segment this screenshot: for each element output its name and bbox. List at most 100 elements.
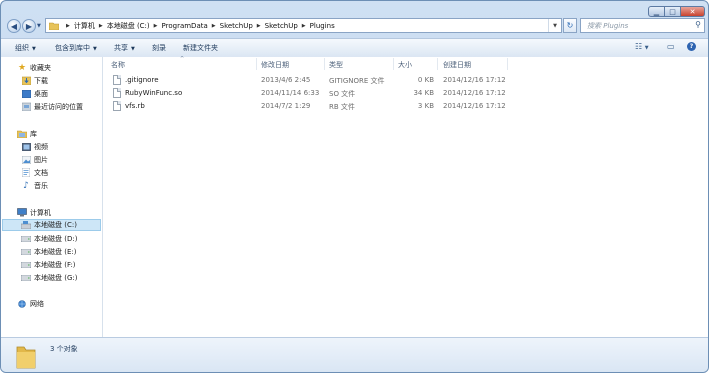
column-header-name-label: 名称	[111, 61, 125, 69]
sidebar-computer[interactable]: 计算机	[17, 207, 51, 218]
breadcrumb-sketchup-2[interactable]: SketchUp	[265, 22, 298, 30]
sidebar-item-label: 下载	[34, 76, 48, 85]
new-folder-label: 新建文件夹	[183, 44, 218, 52]
navigation-pane: ★ 收藏夹 下载 桌面 最近访问的位置 库 视频 图片 文档 ♪ 音乐 计算机 …	[1, 57, 103, 337]
folder-icon	[16, 346, 36, 369]
column-header-name[interactable]: 名称	[111, 60, 125, 70]
column-divider[interactable]	[393, 58, 394, 70]
sidebar-item-videos[interactable]: 视频	[21, 141, 48, 152]
column-divider[interactable]	[507, 58, 508, 70]
breadcrumb-separator-icon[interactable]: ▶	[66, 23, 70, 29]
file-created: 2014/12/16 17:12	[443, 89, 506, 97]
breadcrumb-drive-c[interactable]: 本地磁盘 (C:)	[107, 21, 150, 31]
file-icon	[113, 88, 121, 98]
sidebar-item-label: 最近访问的位置	[34, 102, 83, 111]
star-icon: ★	[17, 62, 27, 73]
burn-button[interactable]: 刻录	[152, 43, 166, 53]
column-header-modified[interactable]: 修改日期	[261, 60, 289, 70]
sidebar-item-drive-c[interactable]: 本地磁盘 (C:)	[2, 219, 101, 231]
sidebar-item-pictures[interactable]: 图片	[21, 154, 48, 165]
desktop-icon	[21, 89, 31, 98]
breadcrumb-separator-icon[interactable]: ▶	[257, 23, 261, 29]
refresh-button[interactable]: ↻	[563, 18, 577, 33]
sidebar-network[interactable]: 网络	[17, 298, 44, 309]
table-row[interactable]: vfs.rb 2014/7/2 1:29 RB 文件 3 KB 2014/12/…	[111, 101, 701, 113]
sidebar-item-music[interactable]: ♪ 音乐	[21, 180, 48, 191]
hard-drive-icon	[21, 234, 31, 243]
sidebar-item-drive-f[interactable]: 本地磁盘 (F:)	[21, 259, 76, 270]
sidebar-item-desktop[interactable]: 桌面	[21, 88, 48, 99]
breadcrumb-separator-icon[interactable]: ▶	[99, 23, 103, 29]
column-divider[interactable]	[256, 58, 257, 70]
table-row[interactable]: .gitignore 2013/4/6 2:45 GITIGNORE 文件 0 …	[111, 75, 701, 87]
music-note-icon: ♪	[23, 180, 29, 191]
column-header-created-label: 创建日期	[443, 61, 471, 69]
sort-ascending-icon: ^	[180, 56, 185, 62]
sidebar-item-recent-places[interactable]: 最近访问的位置	[21, 101, 83, 112]
address-history-dropdown[interactable]: ▼	[548, 19, 561, 32]
forward-button[interactable]: ▶	[22, 19, 36, 33]
sidebar-item-drive-g[interactable]: 本地磁盘 (G:)	[21, 272, 77, 283]
sidebar-item-label: 本地磁盘 (F:)	[34, 260, 76, 269]
breadcrumb-separator-icon[interactable]: ▶	[154, 23, 158, 29]
explorer-window: ▁ □ ✕ ◀ ▶ ▼ ▶ 计算机 ▶ 本地磁盘 (C:) ▶ ProgramD…	[0, 0, 709, 373]
address-row: ◀ ▶ ▼ ▶ 计算机 ▶ 本地磁盘 (C:) ▶ ProgramData ▶ …	[1, 1, 708, 37]
column-divider[interactable]	[324, 58, 325, 70]
sidebar-item-label: 文档	[34, 168, 48, 177]
file-created: 2014/12/16 17:12	[443, 102, 506, 110]
hard-drive-icon	[21, 247, 31, 256]
sidebar-favorites[interactable]: ★ 收藏夹	[17, 62, 51, 73]
table-row[interactable]: RubyWinFunc.so 2014/11/14 6:33 SO 文件 34 …	[111, 88, 701, 100]
view-list-icon: ☷	[635, 42, 643, 51]
burn-label: 刻录	[152, 44, 166, 52]
breadcrumb-computer[interactable]: 计算机	[74, 21, 95, 31]
share-button[interactable]: 共享 ▼	[114, 43, 135, 53]
back-button[interactable]: ◀	[7, 19, 21, 33]
breadcrumb-plugins[interactable]: Plugins	[310, 22, 335, 30]
file-created: 2014/12/16 17:12	[443, 76, 506, 84]
new-folder-button[interactable]: 新建文件夹	[183, 43, 218, 53]
documents-icon	[21, 168, 31, 177]
address-bar[interactable]: ▶ 计算机 ▶ 本地磁盘 (C:) ▶ ProgramData ▶ Sketch…	[45, 18, 562, 33]
include-in-library-button[interactable]: 包含到库中 ▼	[55, 43, 97, 53]
back-arrow-icon: ◀	[10, 21, 18, 31]
chevron-down-icon: ▼	[32, 46, 36, 52]
folder-icon	[49, 22, 59, 30]
help-button[interactable]: ?	[687, 42, 696, 51]
computer-icon	[17, 208, 27, 217]
column-header-size[interactable]: 大小	[398, 60, 412, 70]
sidebar-item-label: 桌面	[34, 89, 48, 98]
share-label: 共享	[114, 44, 128, 52]
sidebar-item-downloads[interactable]: 下载	[21, 75, 48, 86]
search-input[interactable]: 搜索 Plugins ⚲	[580, 18, 705, 33]
sidebar-item-drive-d[interactable]: 本地磁盘 (D:)	[21, 233, 77, 244]
file-icon	[113, 101, 121, 111]
hard-drive-icon	[21, 273, 31, 282]
system-drive-icon	[21, 221, 31, 230]
sidebar-item-label: 音乐	[34, 181, 48, 190]
breadcrumb-separator-icon[interactable]: ▶	[212, 23, 216, 29]
column-header-type[interactable]: 类型	[329, 60, 343, 70]
file-type: SO 文件	[329, 90, 356, 98]
include-in-library-label: 包含到库中	[55, 44, 90, 52]
organize-button[interactable]: 组织 ▼	[15, 43, 36, 53]
column-divider[interactable]	[437, 58, 438, 70]
sidebar-item-label: 本地磁盘 (D:)	[34, 234, 78, 243]
sidebar-libraries-label: 库	[30, 129, 37, 138]
sidebar-item-documents[interactable]: 文档	[21, 167, 48, 178]
breadcrumb-separator-icon[interactable]: ▶	[302, 23, 306, 29]
preview-pane-button[interactable]: ▭	[667, 42, 675, 51]
breadcrumb-sketchup[interactable]: SketchUp	[220, 22, 253, 30]
column-header-created[interactable]: 创建日期	[443, 60, 471, 70]
refresh-icon: ↻	[566, 21, 574, 30]
sidebar-libraries[interactable]: 库	[17, 128, 37, 139]
sidebar-item-drive-e[interactable]: 本地磁盘 (E:)	[21, 246, 76, 257]
search-icon[interactable]: ⚲	[695, 20, 701, 29]
downloads-icon	[21, 76, 31, 85]
breadcrumb-programdata[interactable]: ProgramData	[162, 22, 208, 30]
forward-arrow-icon: ▶	[25, 21, 33, 31]
search-placeholder: 搜索 Plugins	[587, 21, 629, 30]
hard-drive-icon	[21, 260, 31, 269]
recent-pages-dropdown[interactable]: ▼	[37, 23, 41, 29]
view-options-button[interactable]: ☷ ▼	[635, 42, 649, 51]
